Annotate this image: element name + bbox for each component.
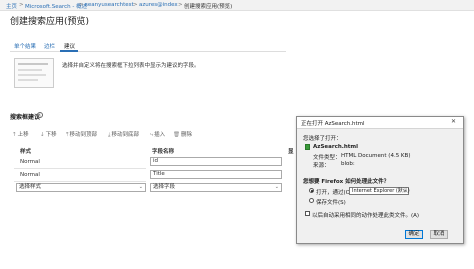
info-icon[interactable]: i bbox=[37, 112, 43, 118]
insert-label: 插入 bbox=[154, 132, 166, 138]
source-label: 来源： bbox=[313, 163, 330, 169]
style-select[interactable]: 选择样式 ⌄ bbox=[16, 183, 146, 192]
open-file-dialog: 正在打开 AzSearch.html ✕ 您选择了打开： AzSearch.ht… bbox=[296, 116, 464, 244]
tab-suggestions[interactable]: 建议 bbox=[64, 42, 75, 50]
move-up-label: 上移 bbox=[17, 132, 29, 138]
field-select[interactable]: 选择字段 ⌄ bbox=[150, 183, 282, 192]
breadcrumb-separator: > bbox=[79, 2, 84, 8]
dialog-title: 正在打开 AzSearch.html bbox=[301, 121, 365, 127]
open-with-label[interactable]: 打开，通过(O) bbox=[316, 188, 352, 196]
suggester-heading: 搜索框建议 bbox=[10, 114, 41, 121]
arrow-down-icon: ↓ bbox=[40, 132, 45, 138]
tab-single-result[interactable]: 单个结果 bbox=[14, 42, 36, 50]
file-type-label: 文件类型： bbox=[313, 155, 341, 161]
preview-line bbox=[18, 63, 48, 65]
open-with-radio[interactable] bbox=[309, 188, 314, 193]
row-field-input[interactable]: id bbox=[150, 157, 282, 166]
preview-description: 选择并自定义将在搜索框下拉列表中显示为建议的字段。 bbox=[62, 63, 200, 69]
preview-line bbox=[18, 69, 42, 71]
preview-line bbox=[18, 79, 38, 81]
column-header-field-name: 字段名称 bbox=[152, 149, 175, 155]
open-with-select[interactable]: Internet Explorer (默认) ⌄ bbox=[349, 187, 410, 195]
remember-checkbox[interactable] bbox=[305, 211, 310, 216]
file-type-value: HTML Document (4.5 KB) bbox=[341, 153, 411, 159]
ok-button[interactable]: 确定 bbox=[405, 230, 423, 239]
suggestion-preview-image bbox=[14, 58, 54, 88]
breadcrumb-microsoft-search[interactable]: Microsoft.Search - 概述 bbox=[25, 2, 87, 10]
cancel-button[interactable]: 取消 bbox=[430, 230, 448, 239]
field-select-placeholder: 选择字段 bbox=[153, 184, 176, 190]
column-header-style: 样式 bbox=[20, 149, 32, 155]
move-down-button[interactable]: ↓下移 bbox=[40, 130, 57, 138]
active-tab-indicator bbox=[60, 50, 78, 52]
breadcrumb-home[interactable]: 主页 bbox=[6, 2, 17, 10]
chevron-down-icon: ⌄ bbox=[403, 188, 407, 193]
open-with-value: Internet Explorer (默认) bbox=[352, 188, 410, 194]
move-to-bottom-button[interactable]: ⤓移动到底部 bbox=[108, 130, 139, 139]
delete-label: 删除 bbox=[180, 132, 192, 138]
move-down-label: 下移 bbox=[45, 132, 57, 138]
breadcrumb-current: 创建搜索应用(预览) bbox=[184, 4, 233, 10]
handling-question: 您想要 Firefox 如何处理此文件？ bbox=[303, 179, 390, 185]
chevron-down-icon: ⌄ bbox=[274, 184, 279, 190]
tab-sidebar[interactable]: 边栏 bbox=[44, 42, 55, 50]
insert-button[interactable]: ⤷插入 bbox=[150, 130, 165, 139]
breadcrumb: 主页 > Microsoft.Search - 概述 > seanyusearc… bbox=[0, 0, 474, 11]
dialog-filename: AzSearch.html bbox=[313, 144, 358, 150]
page-title: 创建搜索应用(预览) bbox=[10, 17, 90, 27]
html-file-icon bbox=[305, 144, 310, 150]
arrow-up-icon: ↑ bbox=[12, 132, 17, 138]
chevron-down-icon: ⌄ bbox=[138, 184, 143, 190]
move-bottom-label: 移动到底部 bbox=[111, 132, 139, 138]
style-select-placeholder: 选择样式 bbox=[19, 184, 42, 190]
save-file-label[interactable]: 保存文件(S) bbox=[316, 198, 346, 206]
preview-line bbox=[18, 74, 46, 76]
row-divider bbox=[14, 168, 146, 169]
row-style-value: Normal bbox=[20, 172, 40, 178]
breadcrumb-separator: > bbox=[178, 2, 183, 8]
move-top-label: 移动到顶部 bbox=[69, 132, 97, 138]
breadcrumb-separator: > bbox=[133, 2, 138, 8]
breadcrumb-service[interactable]: seanyusearchtest bbox=[85, 2, 134, 8]
delete-button[interactable]: 🗑删除 bbox=[173, 130, 192, 138]
remember-label[interactable]: 以后自动采用相同的动作处理此类文件。(A) bbox=[312, 211, 419, 219]
breadcrumb-separator: > bbox=[19, 2, 24, 8]
move-up-button[interactable]: ↑上移 bbox=[12, 130, 29, 138]
move-to-top-button[interactable]: ⤒移动到顶部 bbox=[66, 130, 97, 139]
row-field-input[interactable]: Title bbox=[150, 170, 282, 179]
close-icon[interactable]: ✕ bbox=[451, 118, 456, 125]
tabs-divider bbox=[10, 51, 286, 52]
breadcrumb-index[interactable]: azures@index bbox=[139, 2, 178, 8]
trash-icon: 🗑 bbox=[173, 132, 180, 138]
insert-icon: ⤷ bbox=[150, 132, 154, 138]
you-chose-label: 您选择了打开： bbox=[303, 136, 342, 142]
dialog-titlebar: 正在打开 AzSearch.html ✕ bbox=[297, 117, 463, 129]
column-header-extra: 显 bbox=[288, 149, 294, 155]
save-file-radio[interactable] bbox=[309, 198, 314, 203]
row-divider bbox=[14, 181, 146, 182]
source-value: blob: bbox=[341, 161, 355, 167]
row-style-value: Normal bbox=[20, 159, 40, 165]
